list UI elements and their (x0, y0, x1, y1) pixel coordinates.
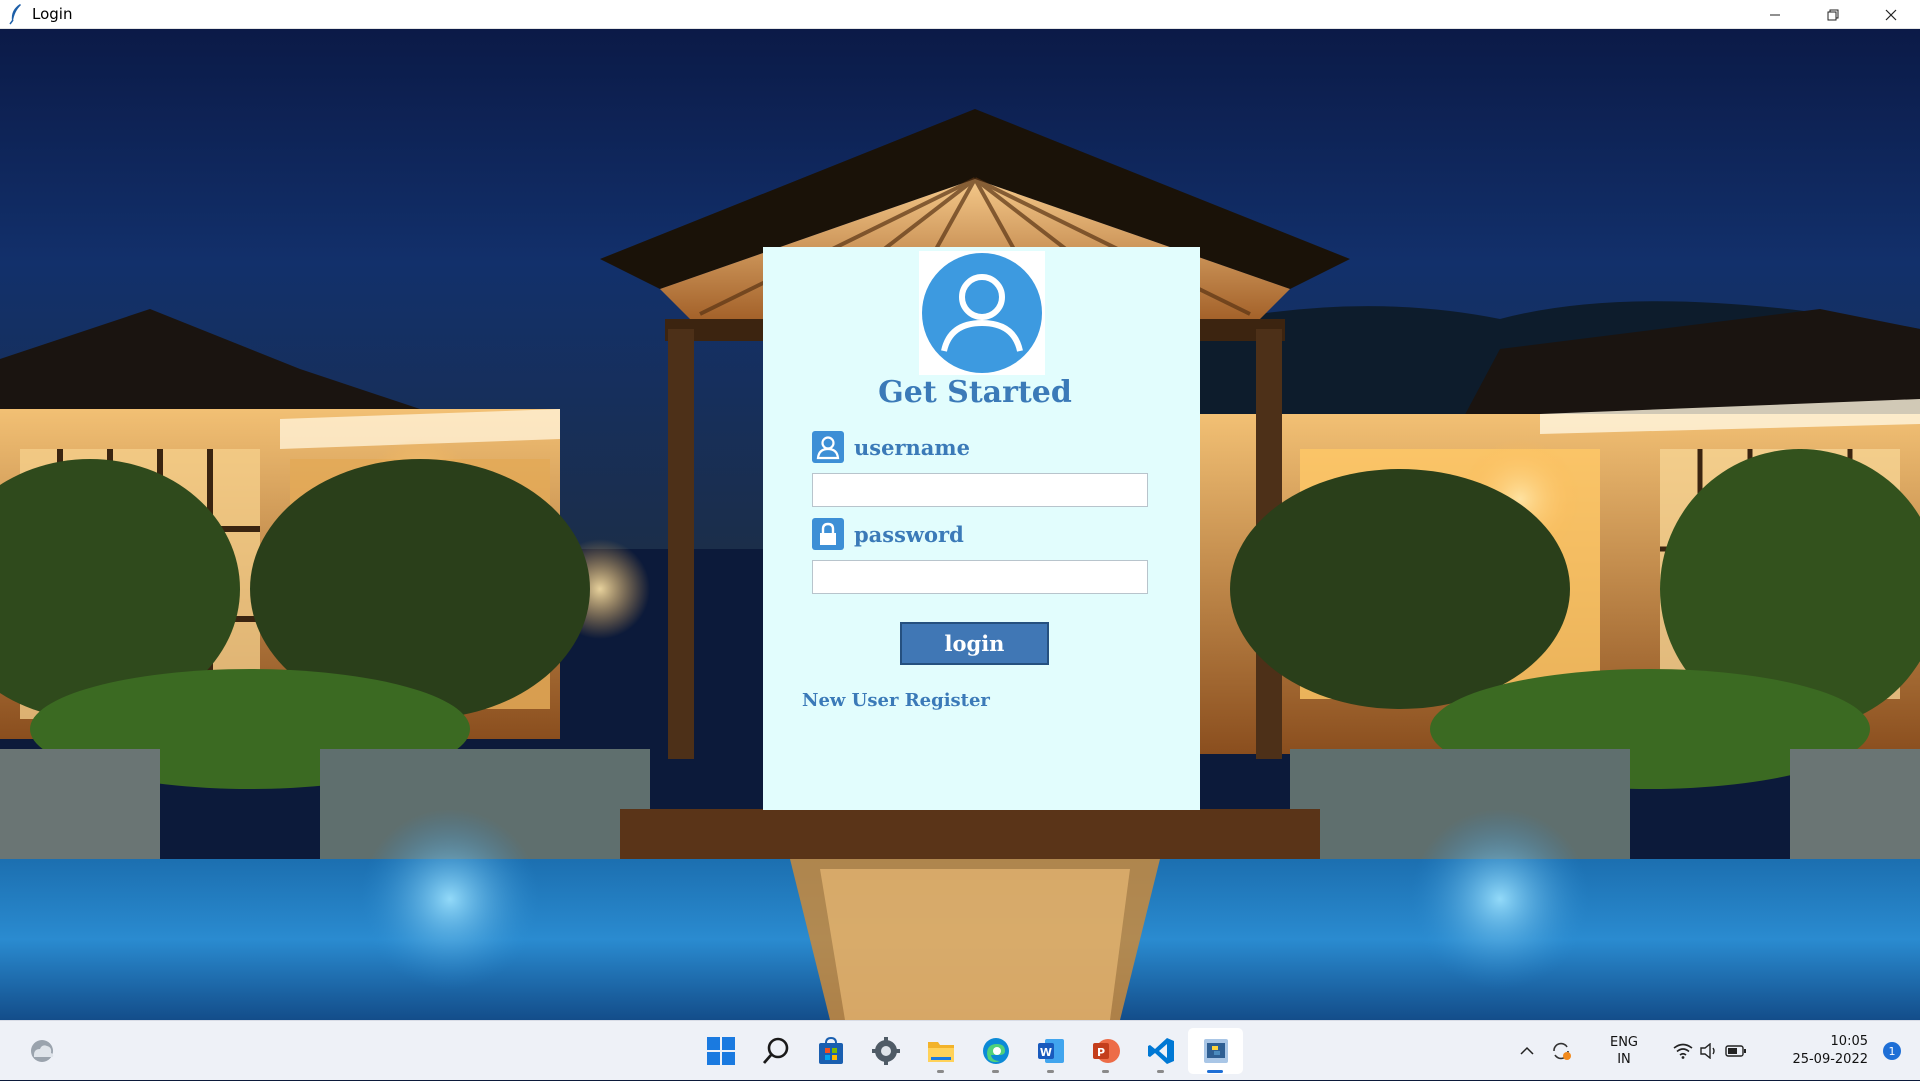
window-title: Login (32, 5, 73, 23)
title-bar: Login (0, 0, 1920, 29)
edge-button[interactable] (968, 1028, 1023, 1074)
close-button[interactable] (1862, 0, 1920, 29)
clock-date: 25-09-2022 (1792, 1052, 1868, 1067)
language-indicator[interactable]: ENG IN (1594, 1021, 1654, 1081)
python-app-icon (1203, 1039, 1228, 1063)
restore-icon (1827, 9, 1839, 20)
settings-icon (871, 1037, 900, 1065)
settings-button[interactable] (858, 1028, 913, 1074)
password-input[interactable] (812, 560, 1148, 594)
notification-center-button[interactable]: 1 (1878, 1021, 1906, 1081)
search-icon (762, 1037, 788, 1064)
language-region: IN (1617, 1052, 1631, 1067)
clock[interactable]: 10:05 25-09-2022 (1768, 1021, 1868, 1081)
page-title: Get Started (878, 375, 1072, 410)
avatar (919, 251, 1045, 375)
show-hidden-icons-button[interactable] (1514, 1021, 1540, 1081)
start-button[interactable] (693, 1028, 748, 1074)
svg-text:P: P (1096, 1046, 1104, 1059)
password-label-text: password (854, 521, 964, 547)
powerpoint-icon: P (1092, 1039, 1120, 1063)
taskbar-apps: W P (693, 1028, 1243, 1074)
store-icon (818, 1036, 843, 1064)
battery-status[interactable] (1722, 1021, 1750, 1081)
file-explorer-button[interactable] (913, 1028, 968, 1074)
login-button[interactable]: login (900, 622, 1049, 665)
start-icon (706, 1037, 735, 1065)
sync-status[interactable] (1546, 1021, 1576, 1081)
lock-icon (812, 518, 844, 550)
weather-widget-icon[interactable] (26, 1035, 58, 1067)
svg-text:W: W (1039, 1046, 1051, 1059)
chevron-up-icon (1520, 1046, 1534, 1055)
powerpoint-button[interactable]: P (1078, 1028, 1133, 1074)
password-label: password (812, 518, 964, 550)
vscode-icon (1147, 1038, 1174, 1064)
search-button[interactable] (748, 1028, 803, 1074)
network-status[interactable] (1670, 1021, 1696, 1081)
new-user-register-link[interactable]: New User Register (802, 690, 990, 711)
window-controls (1746, 0, 1920, 29)
clock-time: 10:05 (1830, 1034, 1868, 1049)
username-input[interactable] (812, 473, 1148, 507)
login-panel: Get Started username password login New … (763, 247, 1200, 810)
volume-control[interactable] (1696, 1021, 1722, 1081)
close-icon (1885, 9, 1897, 20)
minimize-button[interactable] (1746, 0, 1804, 29)
sync-icon (1553, 1042, 1571, 1060)
username-label-text: username (854, 434, 970, 460)
wifi-icon (1673, 1043, 1693, 1059)
speaker-icon (1700, 1043, 1715, 1059)
notification-badge: 1 (1883, 1042, 1901, 1060)
username-label: username (812, 431, 970, 463)
store-button[interactable] (803, 1028, 858, 1074)
word-icon: W (1037, 1039, 1064, 1063)
minimize-icon (1770, 14, 1780, 15)
language-code: ENG (1609, 1035, 1638, 1050)
taskbar: W P ENG IN 10:05 25-09-2022 1 (0, 1020, 1920, 1080)
battery-icon (1725, 1045, 1746, 1057)
file-explorer-icon (927, 1042, 954, 1062)
word-button[interactable]: W (1023, 1028, 1078, 1074)
user-avatar-icon (922, 253, 1042, 373)
edge-icon (982, 1038, 1009, 1064)
restore-button[interactable] (1804, 0, 1862, 29)
python-app-button[interactable] (1188, 1028, 1243, 1074)
feather-icon (9, 4, 21, 25)
vscode-button[interactable] (1133, 1028, 1188, 1074)
user-icon (812, 431, 844, 463)
